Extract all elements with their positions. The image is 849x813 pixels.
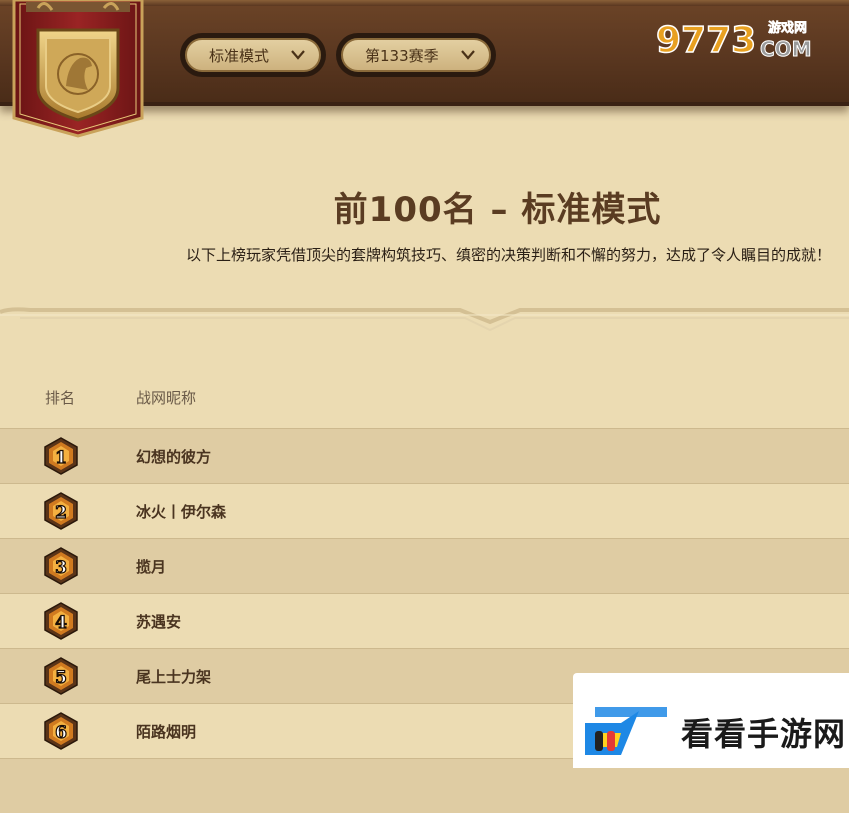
ornamental-divider (0, 307, 849, 332)
mode-dropdown[interactable]: 标准模式 (180, 33, 326, 77)
site-logo: 9773 游戏网 COM (656, 19, 812, 62)
rank-badge-icon: 2 (44, 492, 78, 530)
svg-text:3: 3 (55, 558, 67, 578)
player-nickname: 陌路烟明 (136, 722, 197, 741)
rank-badge-icon: 3 (44, 547, 78, 585)
watermark-logo-icon (585, 707, 667, 755)
season-dropdown-label: 第133赛季 (365, 46, 439, 65)
logo-sub: 游戏网 (768, 20, 807, 36)
site-watermark: 看看手游网 (573, 673, 849, 768)
svg-text:1: 1 (55, 448, 67, 468)
rank-badge-icon: 5 (44, 657, 78, 695)
player-nickname: 尾上士力架 (136, 667, 212, 686)
logo-number: 9773 (656, 20, 756, 61)
season-dropdown[interactable]: 第133赛季 (336, 33, 496, 77)
column-header-rank: 排名 (45, 389, 76, 407)
chevron-down-icon (291, 50, 305, 60)
page-subtitle: 以下上榜玩家凭借顶尖的套牌构筑技巧、缜密的决策判断和不懈的努力，达成了令人瞩目的… (185, 246, 831, 264)
rank-badge-icon: 6 (44, 712, 78, 750)
table-row[interactable]: 2 冰火丨伊尔森 (0, 483, 849, 538)
watermark-text: 看看手游网 (681, 715, 847, 753)
svg-text:2: 2 (55, 503, 67, 523)
table-row[interactable]: 1 幻想的彼方 (0, 428, 849, 483)
player-nickname: 苏遇安 (136, 612, 182, 631)
logo-com: COM (760, 37, 812, 61)
player-nickname: 揽月 (136, 557, 167, 576)
column-header-nickname: 战网昵称 (136, 389, 197, 407)
page-title: 前100名 – 标准模式 (333, 190, 662, 230)
rank-badge-icon: 4 (44, 602, 78, 640)
svg-text:4: 4 (55, 613, 67, 633)
table-row[interactable]: 4 苏遇安 (0, 593, 849, 648)
player-nickname: 幻想的彼方 (136, 447, 212, 466)
player-nickname: 冰火丨伊尔森 (136, 502, 227, 521)
chevron-down-icon (461, 50, 475, 60)
mode-dropdown-label: 标准模式 (209, 46, 270, 65)
svg-text:5: 5 (55, 668, 67, 688)
rank-badge-icon: 1 (44, 437, 78, 475)
svg-text:6: 6 (55, 723, 67, 743)
table-row[interactable]: 3 揽月 (0, 538, 849, 593)
guild-banner-crest-icon[interactable] (8, 0, 148, 140)
